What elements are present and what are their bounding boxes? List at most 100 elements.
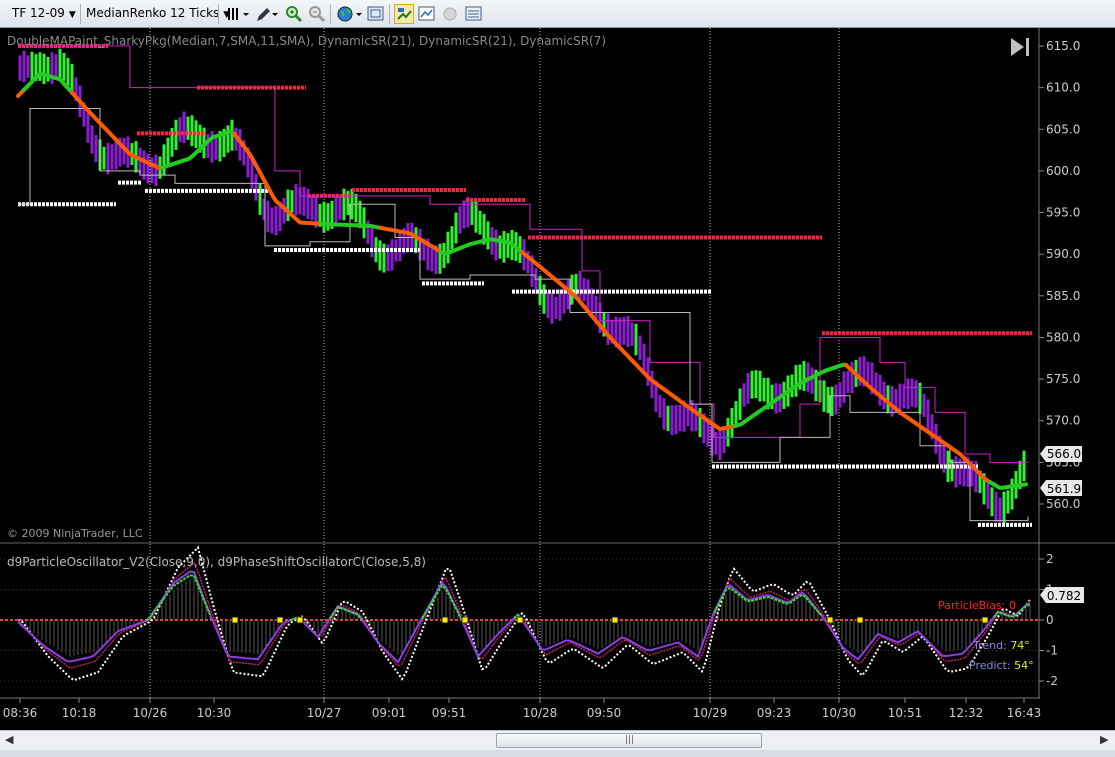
osc-tick-label: 2 [1046, 552, 1054, 566]
chevron-down-icon: ▼ [68, 10, 76, 20]
time-tick-label: 10/29 [693, 706, 728, 720]
price-tick-label: 600.0 [1046, 164, 1080, 178]
renko-bar-up [1010, 478, 1014, 510]
zoom-in-icon[interactable] [284, 4, 304, 24]
properties-icon[interactable] [366, 4, 386, 24]
renko-bar-up [226, 125, 230, 153]
data-box-icon[interactable] [464, 4, 484, 24]
indicator-icon[interactable] [417, 4, 437, 24]
instrument-selector[interactable]: TF 12-09 ▼ [12, 4, 76, 23]
renko-bar-down [310, 195, 314, 221]
zoom-out-icon[interactable] [307, 4, 327, 24]
renko-bar-up [794, 365, 798, 397]
renko-bar-up [734, 401, 738, 426]
zero-cross-marker [856, 616, 864, 624]
renko-bar-down [878, 374, 882, 406]
renko-bar-down [906, 378, 910, 409]
renko-bar-up [190, 115, 194, 147]
renko-bar-down [18, 55, 22, 81]
chart-toolbar: TF 12-09 ▼ MedianRenko 12 Ticks ▼ [0, 0, 1115, 28]
renko-bar-down [178, 117, 182, 142]
renko-bar-down [678, 404, 682, 432]
renko-bar-down [842, 371, 846, 404]
zero-cross-marker [461, 616, 469, 624]
renko-bar-down [114, 139, 118, 170]
renko-bar-down [746, 372, 750, 404]
time-tick-label: 09:23 [757, 706, 792, 720]
renko-bar-up [42, 53, 46, 85]
renko-bar-up [506, 233, 510, 258]
renko-bar-down [810, 367, 814, 394]
renko-bar-up [830, 386, 834, 417]
renko-bar-down [834, 384, 838, 415]
renko-bar-up [58, 48, 62, 80]
renko-bar-down [390, 239, 394, 271]
price-marker-ma: 561.9 [1040, 480, 1082, 496]
copyright-label: © 2009 NinjaTrader, LLC [7, 527, 143, 540]
renko-bar-up [1006, 490, 1010, 514]
renko-bar-up [322, 201, 326, 233]
renko-bar-up [730, 407, 734, 439]
renko-bar-down [690, 400, 694, 432]
horizontal-scrollbar[interactable]: ◀ ||| ▶ [0, 730, 1115, 750]
renko-bar-up [258, 183, 262, 215]
renko-bar-up [354, 193, 358, 223]
toolbar-divider [218, 4, 219, 24]
renko-bar-down [370, 225, 374, 258]
renko-bar-up [822, 380, 826, 412]
price-tick-label: 575.0 [1046, 372, 1080, 386]
renko-bar-up [990, 487, 994, 517]
renko-bar-down [638, 335, 642, 361]
globe-icon[interactable] [336, 4, 362, 24]
particle-bias-label: ParticleBias: 0 [938, 599, 1016, 612]
renko-bar-down [110, 144, 114, 170]
record-icon[interactable] [441, 4, 461, 24]
time-tick-label: 16:43 [1007, 706, 1042, 720]
toolbar-divider [330, 4, 331, 24]
renko-bar-up [102, 146, 106, 170]
scroll-right-icon[interactable]: ▶ [1100, 733, 1108, 746]
renko-bar-down [586, 279, 590, 311]
price-y-axis: 615.0 610.0 605.0 600.0 595.0 590.0 585.0 580.0… [1039, 39, 1080, 511]
renko-bar-down [86, 112, 90, 143]
bartype-selector[interactable]: MedianRenko 12 Ticks ▼ [86, 4, 230, 23]
skip-to-end-icon[interactable] [1011, 38, 1029, 56]
strategy-icon[interactable] [394, 4, 414, 24]
renko-bar-up [762, 377, 766, 402]
renko-bar-down [150, 157, 154, 184]
toolbar-divider [389, 4, 390, 24]
time-tick-label: 09:01 [372, 706, 407, 720]
renko-bar-down [546, 292, 550, 319]
renko-bar-down [398, 229, 402, 262]
renko-bar-down [914, 380, 918, 408]
vertical-gridlines [149, 28, 840, 698]
renko-bar-down [650, 371, 654, 398]
renko-bar-down [90, 125, 94, 154]
zero-cross-marker [516, 616, 524, 624]
draw-pencil-icon[interactable] [254, 4, 278, 24]
window-bottom-edge [0, 750, 1115, 757]
renko-bar-up [290, 190, 294, 213]
chart-area[interactable]: DoubleMAPaint_SharkyPkg(Median,7,SMA,11,… [0, 28, 1115, 730]
time-tick-label: 09:51 [432, 706, 467, 720]
chart-canvas[interactable]: DoubleMAPaint_SharkyPkg(Median,7,SMA,11,… [0, 28, 1115, 730]
renko-bar-down [910, 378, 914, 407]
renko-bar-down [674, 405, 678, 435]
renko-bar-up [802, 361, 806, 391]
time-tick-label: 10/26 [133, 706, 168, 720]
scroll-left-icon[interactable]: ◀ [5, 733, 13, 746]
predict-readout: Predict: 54° [969, 659, 1034, 672]
renko-bar-down [270, 207, 274, 234]
bar-style-icon[interactable] [225, 4, 249, 24]
renko-bar-up [342, 188, 346, 221]
price-indicator-label: DoubleMAPaint_SharkyPkg(Median,7,SMA,11,… [7, 34, 606, 48]
renko-bar-down [670, 405, 674, 436]
oscillator-indicator-label: d9ParticleOscillator_V2(Close,9,0), d9Ph… [7, 555, 426, 569]
scrollbar-thumb[interactable]: ||| [496, 733, 762, 748]
zero-cross-marker [296, 616, 304, 624]
time-tick-label: 12:32 [949, 706, 984, 720]
renko-bar-up [378, 240, 382, 271]
renko-bar-down [566, 280, 570, 310]
renko-bar-down [646, 357, 650, 386]
renko-bar-down [294, 184, 298, 216]
